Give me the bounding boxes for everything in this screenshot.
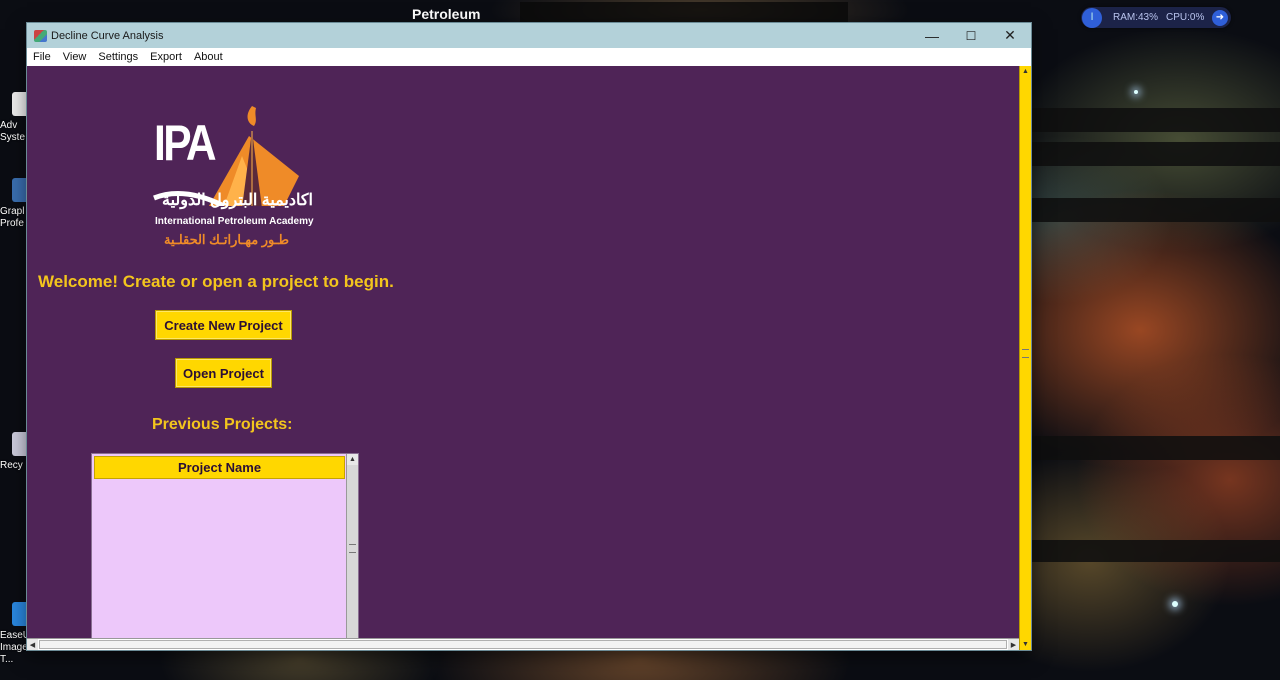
wallpaper-band xyxy=(1032,198,1280,222)
desktop-icon-advanced-system[interactable]: Adv Syste xyxy=(0,92,32,144)
welcome-message: Welcome! Create or open a project to beg… xyxy=(38,272,394,291)
app-icon xyxy=(34,29,47,42)
wallpaper-band xyxy=(1032,540,1280,562)
scroll-right-icon[interactable]: ▶ xyxy=(1008,639,1019,650)
previous-projects-heading: Previous Projects: xyxy=(152,416,293,433)
scroll-grip[interactable] xyxy=(1022,349,1029,358)
wallpaper-label: Petroleum xyxy=(412,6,481,22)
star xyxy=(1172,601,1178,607)
scroll-up-icon[interactable]: ▲ xyxy=(1020,66,1031,77)
maximize-button[interactable]: ☐ xyxy=(951,23,991,48)
menu-about[interactable]: About xyxy=(188,51,229,63)
thermometer-icon: ǀ xyxy=(1082,7,1102,28)
minimize-button[interactable]: — xyxy=(912,23,952,48)
title-bar[interactable]: Decline Curve Analysis — ☐ ✕ xyxy=(27,23,1031,48)
main-panel: IPA اكاديمية البترول الدولية Internation… xyxy=(29,66,1019,641)
logo-arabic-name: اكاديمية البترول الدولية xyxy=(162,192,313,209)
desktop-icon-label: Recy xyxy=(0,460,23,471)
arrow-right-icon[interactable]: ➜ xyxy=(1212,9,1228,26)
desktop-icon-graph[interactable]: Grapl Profe xyxy=(0,178,32,230)
open-project-button[interactable]: Open Project xyxy=(175,358,272,388)
cpu-usage: CPU:0% xyxy=(1166,12,1205,23)
column-header-project-name[interactable]: Project Name xyxy=(94,456,345,479)
window-horizontal-scrollbar[interactable]: ◀ ▶ xyxy=(27,638,1019,650)
scroll-down-icon[interactable]: ▼ xyxy=(1020,639,1031,650)
logo-mark: IPA xyxy=(154,115,217,171)
scroll-left-icon[interactable]: ◀ xyxy=(27,639,38,650)
menu-settings[interactable]: Settings xyxy=(92,51,144,63)
menu-bar: File View Settings Export About xyxy=(27,48,1031,66)
horizontal-scroll-thumb[interactable] xyxy=(39,640,1007,649)
wallpaper-band xyxy=(1032,108,1280,132)
desktop-icon-recycle-bin[interactable]: Recy xyxy=(0,432,32,472)
star xyxy=(1134,90,1138,94)
ipa-logo: IPA اكاديمية البترول الدولية Internation… xyxy=(144,86,314,256)
desktop-icon-label: Grapl Profe xyxy=(0,206,25,229)
menu-export[interactable]: Export xyxy=(144,51,188,63)
table-scrollbar[interactable]: ▲ xyxy=(346,454,358,640)
menu-file[interactable]: File xyxy=(27,51,57,63)
scroll-grip[interactable] xyxy=(349,544,356,553)
wallpaper-band xyxy=(520,2,848,22)
desktop-icon-easeus[interactable]: EaseUS Image T... xyxy=(0,602,37,666)
logo-tagline: طـور مهـاراتـك الحقلـية xyxy=(164,232,289,247)
window-vertical-scrollbar[interactable]: ▲ ▼ xyxy=(1019,66,1031,650)
scroll-up-icon[interactable]: ▲ xyxy=(347,454,358,465)
desktop-icon-label: Adv Syste xyxy=(0,120,26,143)
window-title: Decline Curve Analysis xyxy=(51,29,164,42)
system-monitor-widget[interactable]: ǀ RAM:43% CPU:0% ➜ xyxy=(1081,7,1231,28)
menu-view[interactable]: View xyxy=(57,51,93,63)
wallpaper-band xyxy=(1032,142,1280,166)
logo-english-name: International Petroleum Academy xyxy=(155,216,314,227)
wallpaper-band xyxy=(1032,436,1280,460)
create-new-project-button[interactable]: Create New Project xyxy=(155,310,292,340)
ram-usage: RAM:43% xyxy=(1113,12,1159,23)
previous-projects-table[interactable]: Project Name ▲ xyxy=(91,453,359,641)
app-window: Decline Curve Analysis — ☐ ✕ File View S… xyxy=(27,23,1031,650)
close-button[interactable]: ✕ xyxy=(990,23,1030,48)
